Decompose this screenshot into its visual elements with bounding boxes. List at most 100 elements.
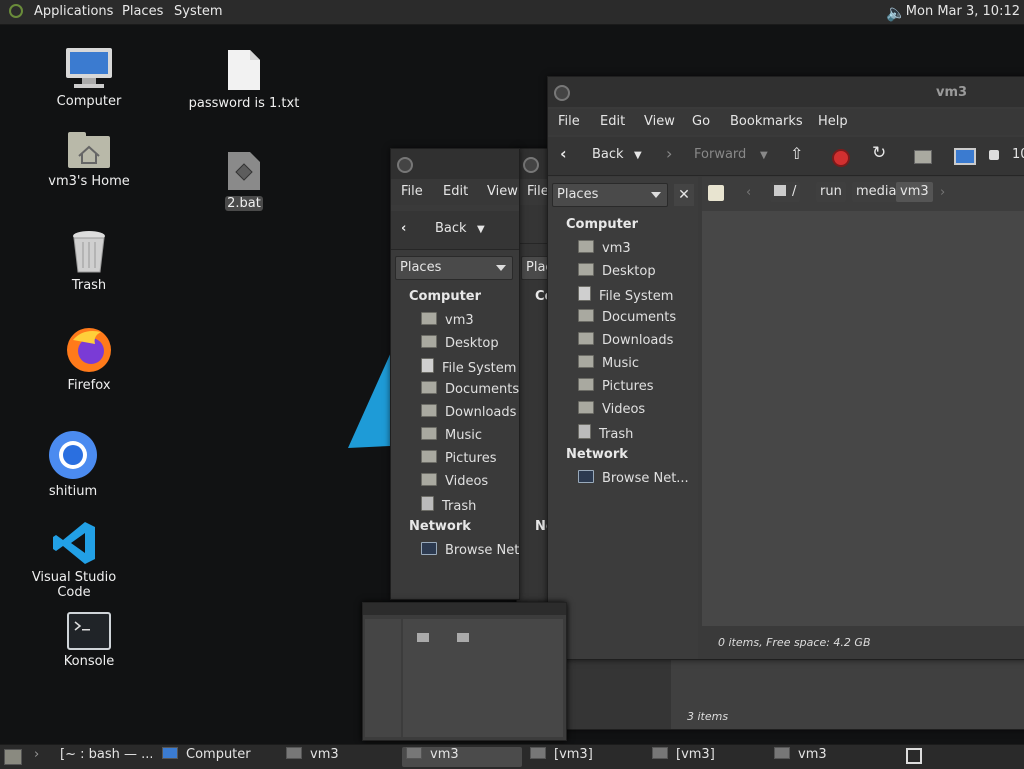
- menu-view[interactable]: View: [487, 184, 518, 199]
- place-music[interactable]: Music: [421, 427, 482, 443]
- applications-menu[interactable]: Applications: [34, 4, 113, 19]
- computer-section-label: Computer: [566, 217, 639, 232]
- menu-edit[interactable]: Edit: [600, 114, 625, 129]
- menu-help[interactable]: Help: [818, 114, 848, 129]
- window-titlebar[interactable]: [391, 149, 519, 179]
- path-crumb-media[interactable]: media: [852, 182, 901, 202]
- path-root-crumb[interactable]: /: [770, 182, 801, 202]
- terminal-icon: [67, 612, 111, 650]
- place-videos[interactable]: Videos: [421, 473, 488, 489]
- places-combo[interactable]: Places: [552, 183, 668, 207]
- desktop-icon-password-file[interactable]: password is 1.txt: [184, 48, 304, 111]
- menu-file[interactable]: File: [401, 184, 423, 199]
- computer-icon: [66, 48, 112, 88]
- place-downloads[interactable]: Downloads: [421, 404, 516, 420]
- folder-icon: [578, 332, 594, 345]
- menu-go[interactable]: Go: [692, 114, 710, 129]
- window-titlebar[interactable]: vm3: [548, 77, 1024, 107]
- place-documents[interactable]: Documents: [421, 381, 519, 397]
- menu-view[interactable]: View: [644, 114, 675, 129]
- network-section-label: Network: [409, 519, 471, 534]
- forward-history-dropdown-icon[interactable]: ▼: [760, 150, 768, 161]
- desktop-icon-label: Visual Studio Code: [31, 570, 117, 600]
- path-scroll-right-icon[interactable]: ›: [940, 185, 945, 200]
- back-history-dropdown-icon[interactable]: ▼: [634, 150, 642, 161]
- place-desktop[interactable]: Desktop: [578, 263, 656, 279]
- forward-arrow-icon[interactable]: ›: [666, 144, 672, 163]
- task-vm3-1[interactable]: vm3: [282, 747, 400, 767]
- desktop-icon-bat-file[interactable]: 2.bat: [184, 150, 304, 211]
- desktop-icon-firefox[interactable]: Firefox: [29, 326, 149, 393]
- desktop-icon-shitium[interactable]: shitium: [13, 430, 133, 499]
- menubar: File Edit View Go Bookmarks Help: [548, 109, 1024, 135]
- thumbnail-content: [403, 619, 563, 737]
- main-file-browser-window[interactable]: vm3 File Edit View Go Bookmarks Help ‹ B…: [547, 76, 1024, 660]
- workspace-switcher-icon[interactable]: [906, 748, 922, 764]
- computer-icon[interactable]: [954, 148, 976, 165]
- window-preview-thumbnail[interactable]: [362, 602, 567, 741]
- forward-button[interactable]: Forward: [694, 147, 746, 162]
- desktop-icon-home[interactable]: vm3's Home: [29, 130, 149, 189]
- menu-file[interactable]: File: [558, 114, 580, 129]
- task-vm3-5[interactable]: vm3: [770, 747, 888, 767]
- back-button[interactable]: Back: [435, 221, 467, 236]
- menu-edit[interactable]: Edit: [443, 184, 468, 199]
- clock[interactable]: Mon Mar 3, 10:12: [906, 4, 1020, 19]
- desktop-icon-trash[interactable]: Trash: [29, 228, 149, 293]
- places-combo[interactable]: Places: [395, 256, 513, 280]
- back-arrow-icon[interactable]: ‹: [560, 144, 567, 163]
- path-crumb-vm3[interactable]: vm3: [896, 182, 933, 202]
- place-videos[interactable]: Videos: [578, 401, 645, 417]
- place-file-system[interactable]: File System: [578, 286, 673, 304]
- stop-icon[interactable]: [832, 149, 850, 167]
- menu-file[interactable]: File: [527, 184, 549, 199]
- place-trash[interactable]: Trash: [578, 424, 633, 442]
- zoom-icon[interactable]: [989, 150, 999, 160]
- back-history-dropdown-icon[interactable]: ▼: [477, 224, 485, 235]
- place-browse-network[interactable]: Browse Net...: [578, 470, 689, 486]
- window-menu-button[interactable]: [397, 157, 413, 173]
- place-desktop[interactable]: Desktop: [421, 335, 499, 351]
- places-menu[interactable]: Places: [122, 4, 163, 19]
- task-vm3-4[interactable]: [vm3]: [648, 747, 766, 767]
- desktop-icon-computer[interactable]: Computer: [29, 46, 149, 109]
- place-pictures[interactable]: Pictures: [421, 450, 496, 466]
- path-crumb-run[interactable]: run: [816, 182, 846, 202]
- window-menu-button[interactable]: [523, 157, 539, 173]
- place-browse-network[interactable]: Browse Net.: [421, 542, 519, 558]
- task-bash[interactable]: [~ : bash — ...: [60, 747, 152, 767]
- folder-icon: [417, 633, 429, 642]
- system-menu[interactable]: System: [174, 4, 222, 19]
- task-computer[interactable]: Computer: [158, 747, 276, 767]
- place-trash[interactable]: Trash: [421, 496, 476, 514]
- volume-icon[interactable]: 🔈: [886, 3, 906, 22]
- drive-icon: [578, 286, 591, 301]
- back-arrow-icon[interactable]: ‹: [401, 221, 406, 236]
- place-vm3[interactable]: vm3: [578, 240, 631, 256]
- show-desktop-icon[interactable]: [4, 749, 22, 765]
- task-vm3-3[interactable]: [vm3]: [526, 747, 644, 767]
- file-view[interactable]: [702, 211, 1024, 626]
- desktop-icon-label: Trash: [71, 278, 107, 293]
- place-vm3[interactable]: vm3: [421, 312, 474, 328]
- up-arrow-icon[interactable]: ⇧: [790, 144, 803, 163]
- place-file-system[interactable]: File System: [421, 358, 516, 376]
- place-pictures[interactable]: Pictures: [578, 378, 653, 394]
- place-downloads[interactable]: Downloads: [578, 332, 673, 348]
- task-vm3-2[interactable]: vm3: [402, 747, 522, 767]
- menu-bookmarks[interactable]: Bookmarks: [730, 114, 803, 129]
- home-folder-icon: [578, 240, 594, 253]
- edit-path-icon[interactable]: [708, 185, 724, 201]
- mid-file-browser-window[interactable]: File Edit View ‹ Back ▼ Places Computer …: [390, 148, 520, 600]
- reload-icon[interactable]: ↻: [872, 143, 886, 163]
- close-pane-icon[interactable]: ✕: [674, 184, 694, 206]
- desktop-icon-konsole[interactable]: Konsole: [29, 612, 149, 669]
- desktop-icon-vscode[interactable]: Visual Studio Code: [14, 520, 134, 600]
- place-documents[interactable]: Documents: [578, 309, 676, 325]
- path-scroll-left-icon[interactable]: ‹: [746, 185, 751, 200]
- place-music[interactable]: Music: [578, 355, 639, 371]
- distro-logo-icon[interactable]: [9, 4, 23, 18]
- window-menu-button[interactable]: [554, 85, 570, 101]
- back-button[interactable]: Back: [592, 147, 624, 162]
- home-icon[interactable]: [914, 150, 932, 164]
